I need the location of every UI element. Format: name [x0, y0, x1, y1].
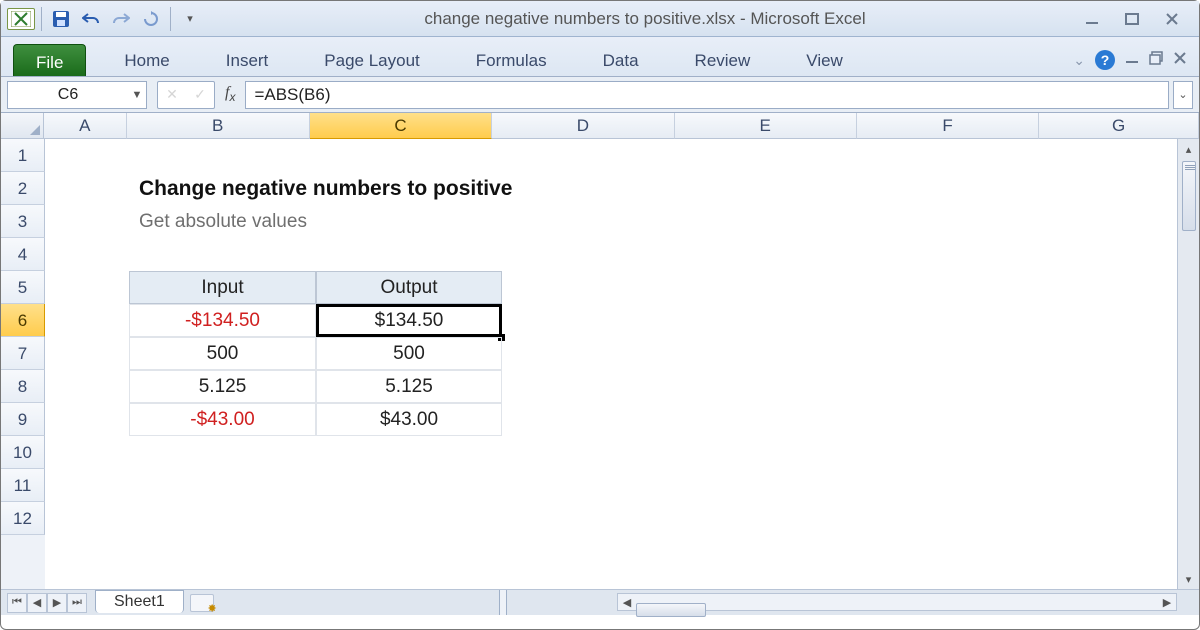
row-header-2[interactable]: 2: [1, 172, 45, 205]
formula-bar-expand-icon[interactable]: ⌄: [1173, 81, 1193, 109]
tab-view[interactable]: View: [788, 46, 861, 76]
repeat-icon[interactable]: [138, 6, 164, 32]
separator: [41, 7, 42, 31]
scroll-right-icon[interactable]: ▶: [1158, 596, 1176, 609]
row-header-7[interactable]: 7: [1, 337, 45, 370]
tab-insert[interactable]: Insert: [208, 46, 287, 76]
sheet-nav-first-icon[interactable]: ⏮: [7, 593, 27, 613]
col-header-b[interactable]: B: [127, 113, 310, 139]
redo-icon[interactable]: [108, 6, 134, 32]
ribbon: File Home Insert Page Layout Formulas Da…: [1, 37, 1199, 77]
undo-icon[interactable]: [78, 6, 104, 32]
window-controls: [1081, 8, 1199, 30]
cell-c7[interactable]: 500: [316, 337, 502, 370]
cell-b7[interactable]: 500: [129, 337, 316, 370]
horizontal-scrollbar[interactable]: ◀ ▶: [617, 593, 1177, 611]
tab-page-layout[interactable]: Page Layout: [306, 46, 437, 76]
header-input[interactable]: Input: [129, 271, 316, 304]
save-icon[interactable]: [48, 6, 74, 32]
name-box-value: C6: [8, 86, 128, 104]
formula-buttons: ✕ ✓: [157, 81, 215, 109]
vertical-scroll-thumb[interactable]: [1182, 161, 1196, 231]
sheet-title[interactable]: Change negative numbers to positive: [139, 172, 839, 205]
cell-c8[interactable]: 5.125: [316, 370, 502, 403]
header-output[interactable]: Output: [316, 271, 502, 304]
row-header-9[interactable]: 9: [1, 403, 45, 436]
cell-b6[interactable]: -$134.50: [129, 304, 316, 337]
row-header-1[interactable]: 1: [1, 139, 45, 172]
new-sheet-button[interactable]: [190, 594, 214, 612]
tab-review[interactable]: Review: [677, 46, 769, 76]
sheet-tab-bar: ⏮ ◀ ▶ ⏭ Sheet1 ◀ ▶: [1, 589, 1199, 615]
sheet-nav: ⏮ ◀ ▶ ⏭: [1, 593, 87, 613]
accept-formula-icon[interactable]: ✓: [186, 86, 214, 103]
col-header-f[interactable]: F: [857, 113, 1039, 139]
tab-data[interactable]: Data: [585, 46, 657, 76]
cell-b9[interactable]: -$43.00: [129, 403, 316, 436]
tab-home[interactable]: Home: [106, 46, 187, 76]
cell-c6-selected[interactable]: $134.50: [316, 304, 502, 337]
workbook-close-icon[interactable]: [1173, 51, 1187, 70]
workbook-minimize-icon[interactable]: [1125, 51, 1139, 70]
cell-c9[interactable]: $43.00: [316, 403, 502, 436]
scroll-left-icon[interactable]: ◀: [618, 596, 636, 609]
col-header-e[interactable]: E: [675, 113, 857, 139]
col-header-a[interactable]: A: [44, 113, 126, 139]
name-box[interactable]: C6 ▼: [7, 81, 147, 109]
sheet-subtitle[interactable]: Get absolute values: [139, 205, 539, 238]
row-header-8[interactable]: 8: [1, 370, 45, 403]
row-header-12[interactable]: 12: [1, 502, 45, 535]
row-header-4[interactable]: 4: [1, 238, 45, 271]
formula-bar: C6 ▼ ✕ ✓ fx =ABS(B6) ⌄: [1, 77, 1199, 113]
col-header-g[interactable]: G: [1039, 113, 1199, 139]
formula-input[interactable]: =ABS(B6): [245, 81, 1169, 109]
tab-formulas[interactable]: Formulas: [458, 46, 565, 76]
sheet-tab-active[interactable]: Sheet1: [95, 590, 184, 613]
fx-icon[interactable]: fx: [219, 84, 241, 104]
select-all-button[interactable]: [1, 113, 44, 139]
cells-canvas[interactable]: Change negative numbers to positive Get …: [45, 139, 1199, 589]
name-box-dropdown-icon[interactable]: ▼: [128, 89, 146, 101]
cancel-formula-icon[interactable]: ✕: [158, 86, 186, 103]
col-header-d[interactable]: D: [492, 113, 674, 139]
window-title: change negative numbers to positive.xlsx…: [209, 9, 1081, 29]
sheet-nav-last-icon[interactable]: ⏭: [67, 593, 87, 613]
ribbon-minimize-chevron-icon[interactable]: ⌄: [1073, 52, 1085, 69]
row-header-11[interactable]: 11: [1, 469, 45, 502]
row-header-6[interactable]: 6: [1, 304, 45, 337]
scroll-down-icon[interactable]: ▾: [1186, 569, 1192, 589]
qat-customize-icon[interactable]: ▾: [177, 6, 203, 32]
worksheet-grid: ABCDEFG 123456789101112 Change negative …: [1, 113, 1199, 589]
row-header-3[interactable]: 3: [1, 205, 45, 238]
tab-split-handle[interactable]: [499, 590, 507, 615]
separator: [170, 7, 171, 31]
title-bar: ▾ change negative numbers to positive.xl…: [1, 1, 1199, 37]
sheet-nav-next-icon[interactable]: ▶: [47, 593, 67, 613]
row-header-5[interactable]: 5: [1, 271, 45, 304]
column-headers: ABCDEFG: [1, 113, 1199, 139]
minimize-icon[interactable]: [1081, 8, 1103, 30]
workbook-restore-icon[interactable]: [1149, 51, 1163, 70]
sheet-nav-prev-icon[interactable]: ◀: [27, 593, 47, 613]
excel-app-icon[interactable]: [7, 8, 35, 30]
row-headers: 123456789101112: [1, 139, 45, 589]
file-tab[interactable]: File: [13, 44, 86, 76]
maximize-icon[interactable]: [1121, 8, 1143, 30]
horizontal-scroll-thumb[interactable]: [636, 603, 706, 617]
scroll-up-icon[interactable]: ▴: [1186, 139, 1192, 159]
row-header-10[interactable]: 10: [1, 436, 45, 469]
cell-b8[interactable]: 5.125: [129, 370, 316, 403]
help-icon[interactable]: ?: [1095, 50, 1115, 70]
quick-access-toolbar: ▾: [1, 6, 209, 32]
vertical-scrollbar[interactable]: ▴ ▾: [1177, 139, 1199, 589]
close-icon[interactable]: [1161, 8, 1183, 30]
col-header-c[interactable]: C: [310, 113, 492, 139]
